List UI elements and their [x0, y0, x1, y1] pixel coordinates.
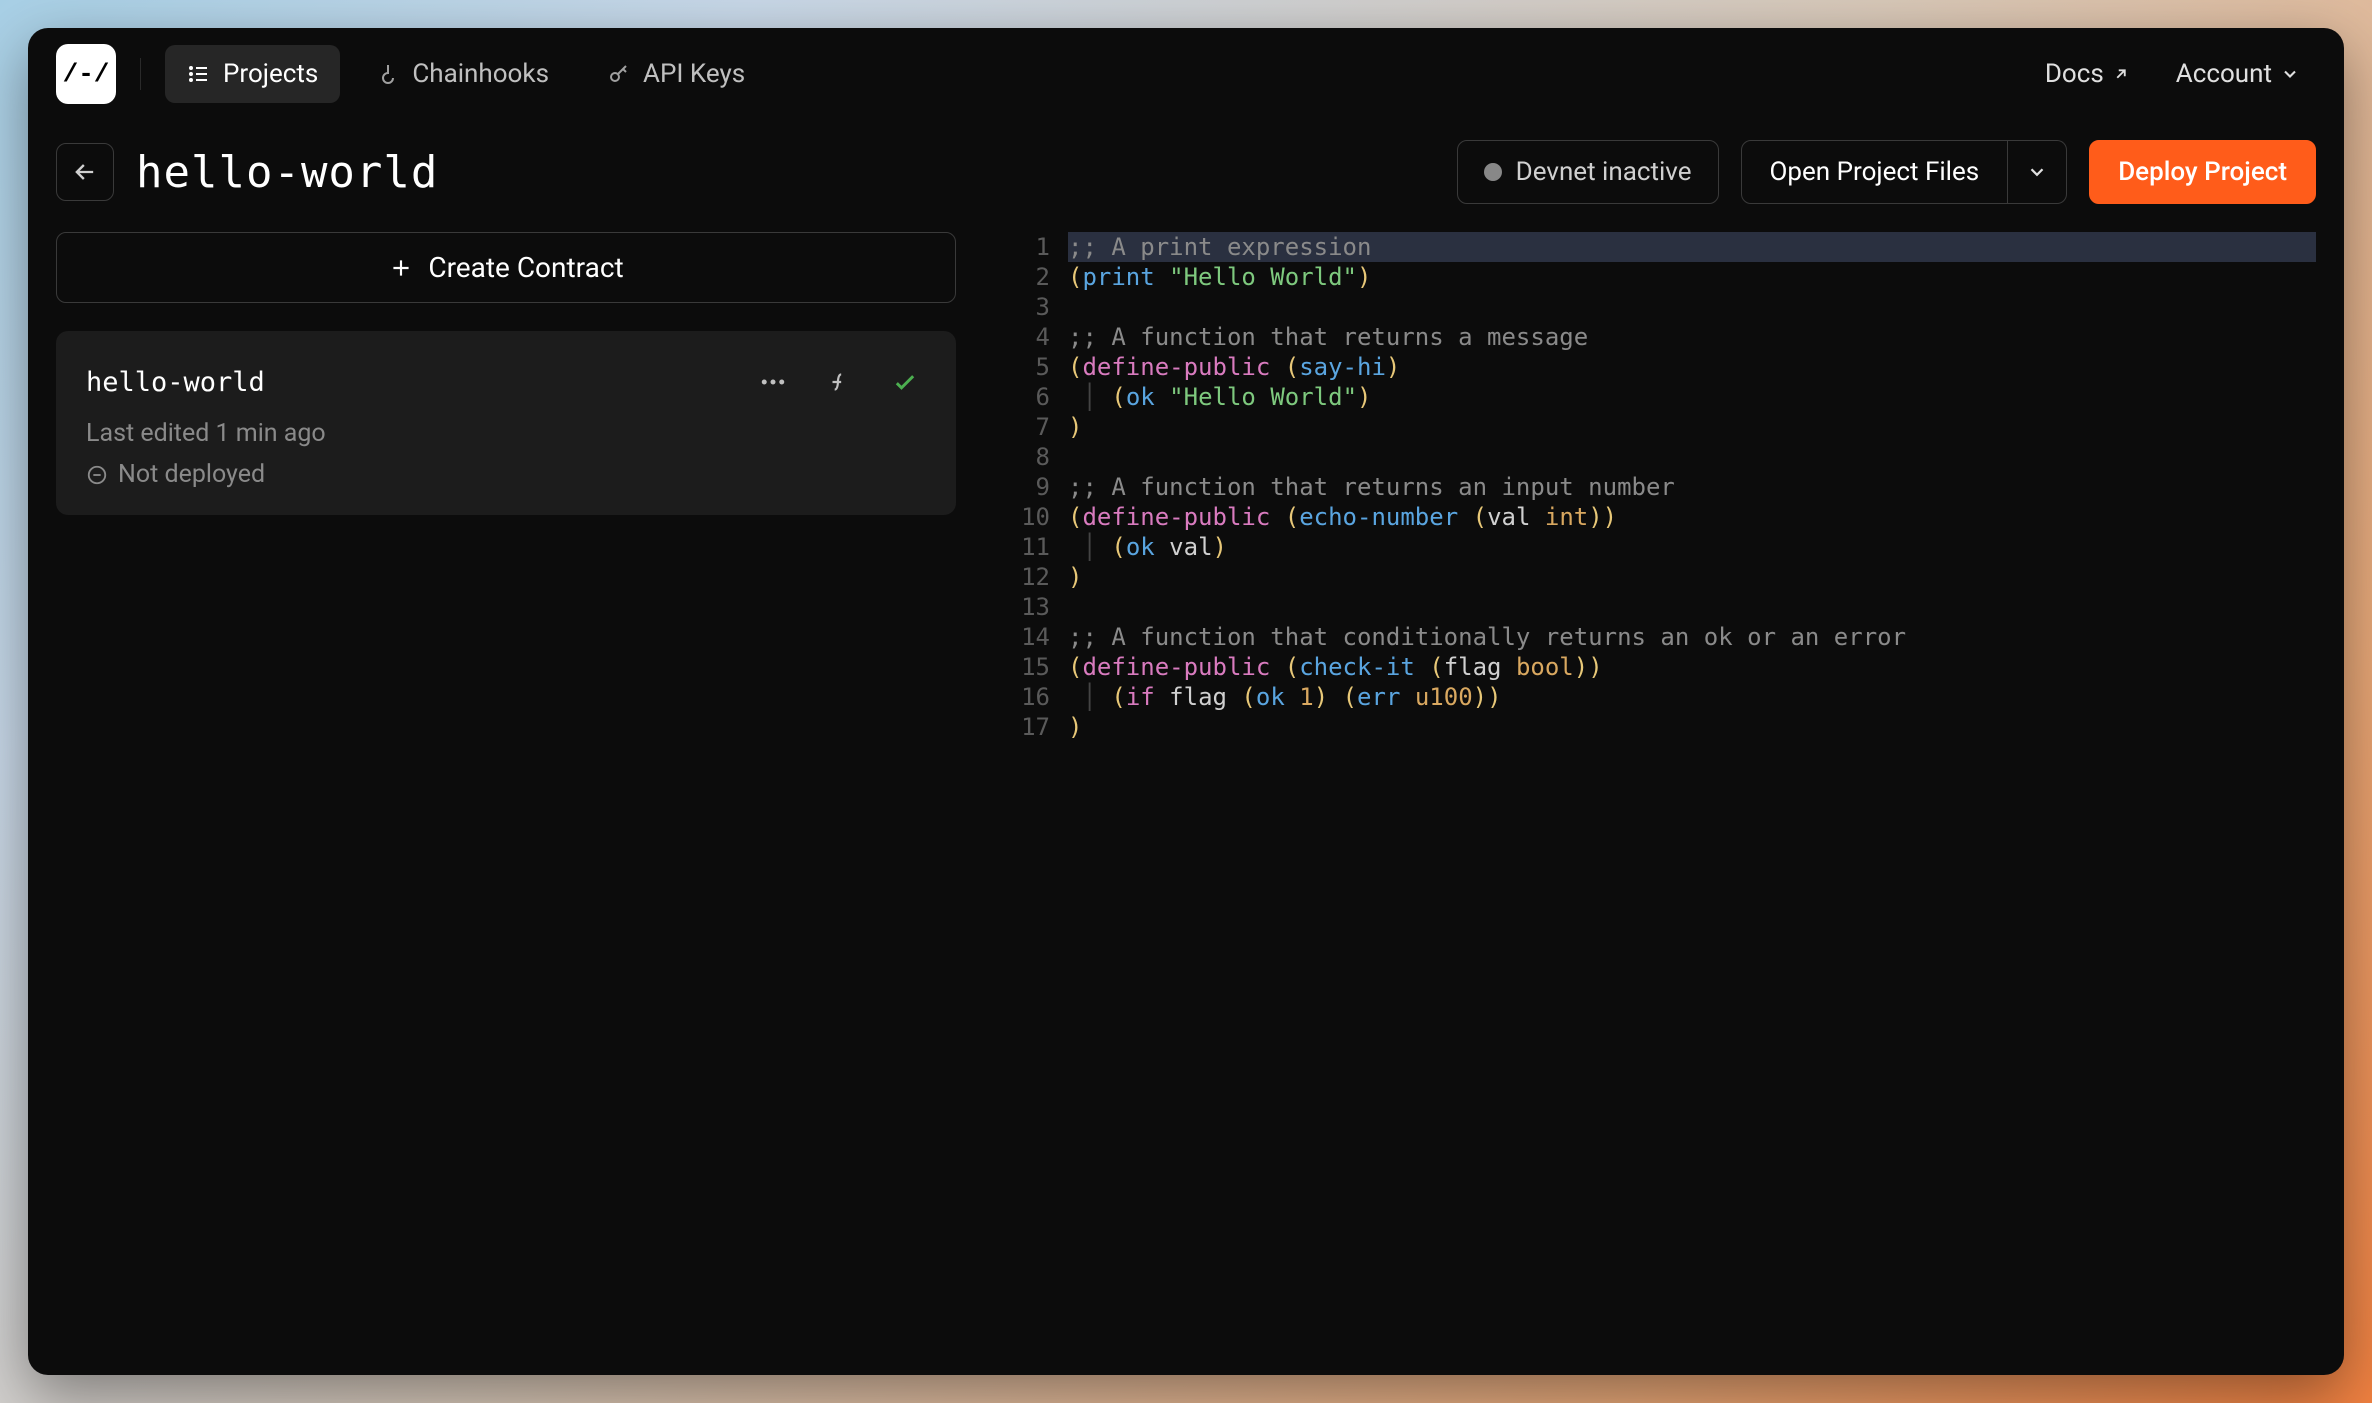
status-ok: [884, 361, 926, 403]
code-line[interactable]: │ (ok val): [1068, 532, 2316, 562]
line-number: 17: [1008, 712, 1050, 742]
deploy-status-text: Not deployed: [118, 460, 265, 489]
button-label: Open Project Files: [1770, 157, 1980, 187]
code-line[interactable]: (define-public (say-hi): [1068, 352, 2316, 382]
list-icon: [187, 62, 211, 86]
main: Create Contract hello-world Last: [28, 232, 2344, 742]
chevron-down-icon: [2280, 64, 2300, 84]
code-line[interactable]: [1068, 442, 2316, 472]
account-menu[interactable]: Account: [2160, 49, 2316, 99]
code-line[interactable]: (print "Hello World"): [1068, 262, 2316, 292]
account-label: Account: [2176, 59, 2272, 89]
code-line[interactable]: │ (if flag (ok 1) (err u100)): [1068, 682, 2316, 712]
topbar: /-/ Projects Chainhooks API Keys Docs Ac…: [28, 28, 2344, 120]
nav-label: Projects: [223, 59, 318, 89]
line-number: 3: [1008, 292, 1050, 322]
line-number: 4: [1008, 322, 1050, 352]
deploy-project-button[interactable]: Deploy Project: [2089, 140, 2316, 204]
line-number: 1: [1008, 232, 1050, 262]
line-number: 13: [1008, 592, 1050, 622]
hook-icon: [376, 62, 400, 86]
line-number: 14: [1008, 622, 1050, 652]
contract-name: hello-world: [86, 367, 265, 398]
line-number: 16: [1008, 682, 1050, 712]
line-number: 10: [1008, 502, 1050, 532]
line-number: 12: [1008, 562, 1050, 592]
nav-label: Chainhooks: [412, 59, 549, 89]
status-dot-icon: [1484, 163, 1502, 181]
contracts-column: Create Contract hello-world Last: [56, 232, 956, 742]
key-icon: [607, 62, 631, 86]
page-title: hello-world: [136, 147, 438, 198]
last-edited: Last edited 1 min ago: [86, 419, 926, 448]
code-line[interactable]: ;; A print expression: [1068, 232, 2316, 262]
line-number: 7: [1008, 412, 1050, 442]
devnet-status[interactable]: Devnet inactive: [1457, 140, 1719, 204]
dots-icon: [758, 367, 788, 397]
open-files-dropdown-button[interactable]: [2008, 140, 2067, 204]
line-number: 8: [1008, 442, 1050, 472]
line-gutter: 1234567891011121314151617: [1008, 232, 1068, 742]
nav-chainhooks[interactable]: Chainhooks: [354, 45, 571, 103]
back-button[interactable]: [56, 143, 114, 201]
line-number: 5: [1008, 352, 1050, 382]
create-contract-button[interactable]: Create Contract: [56, 232, 956, 303]
check-icon: [891, 368, 919, 396]
code-line[interactable]: (define-public (echo-number (val int)): [1068, 502, 2316, 532]
plus-icon: [388, 255, 414, 281]
logo[interactable]: /-/: [56, 44, 116, 104]
code-line[interactable]: │ (ok "Hello World"): [1068, 382, 2316, 412]
code-line[interactable]: ;; A function that returns an input numb…: [1068, 472, 2316, 502]
code-line[interactable]: ;; A function that returns a message: [1068, 322, 2316, 352]
chevron-down-icon: [2026, 161, 2048, 183]
app-window: /-/ Projects Chainhooks API Keys Docs Ac…: [28, 28, 2344, 1375]
docs-label: Docs: [2045, 59, 2104, 89]
code-line[interactable]: ): [1068, 412, 2316, 442]
code-line[interactable]: ): [1068, 562, 2316, 592]
open-project-files-button[interactable]: Open Project Files: [1741, 140, 2009, 204]
card-header: hello-world: [86, 361, 926, 403]
line-number: 15: [1008, 652, 1050, 682]
nav-label: API Keys: [643, 59, 745, 89]
code-area[interactable]: ;; A print expression(print "Hello World…: [1068, 232, 2316, 742]
button-label: Deploy Project: [2118, 157, 2287, 187]
circle-minus-icon: [86, 464, 108, 486]
external-link-icon: [2112, 65, 2130, 83]
deploy-status-row: Not deployed: [86, 460, 926, 489]
function-button[interactable]: [818, 361, 860, 403]
divider: [140, 58, 141, 90]
nav-apikeys[interactable]: API Keys: [585, 45, 767, 103]
line-number: 2: [1008, 262, 1050, 292]
more-button[interactable]: [752, 361, 794, 403]
nav-projects[interactable]: Projects: [165, 45, 340, 103]
line-number: 6: [1008, 382, 1050, 412]
titlebar: hello-world Devnet inactive Open Project…: [28, 120, 2344, 232]
function-icon: [826, 369, 852, 395]
code-line[interactable]: ): [1068, 712, 2316, 742]
code-line[interactable]: ;; A function that conditionally returns…: [1068, 622, 2316, 652]
code-line[interactable]: (define-public (check-it (flag bool)): [1068, 652, 2316, 682]
code-editor[interactable]: 1234567891011121314151617 ;; A print exp…: [1008, 232, 2316, 742]
docs-link[interactable]: Docs: [2029, 49, 2146, 99]
status-label: Devnet inactive: [1516, 157, 1692, 187]
line-number: 9: [1008, 472, 1050, 502]
code-line[interactable]: [1068, 292, 2316, 322]
contract-card[interactable]: hello-world Last edited 1 min ago Not: [56, 331, 956, 515]
button-label: Create Contract: [428, 251, 623, 284]
open-files-group: Open Project Files: [1741, 140, 2068, 204]
arrow-left-icon: [71, 158, 99, 186]
code-line[interactable]: [1068, 592, 2316, 622]
line-number: 11: [1008, 532, 1050, 562]
